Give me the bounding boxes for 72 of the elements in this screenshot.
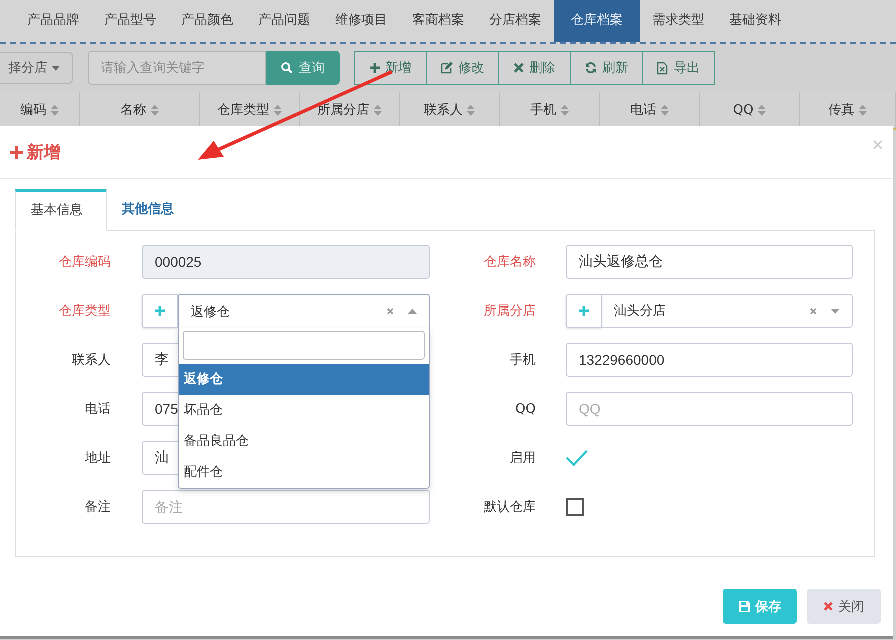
sort-icon [858, 104, 866, 116]
clear-icon[interactable] [387, 308, 394, 315]
field-label: 所属分店 [484, 303, 536, 320]
close-icon[interactable] [873, 140, 883, 150]
clear-icon[interactable] [810, 308, 817, 314]
edit-button[interactable]: 修改 [426, 51, 499, 85]
caret-icon [831, 308, 840, 314]
nav-tab[interactable]: 产品型号 [92, 0, 169, 42]
search-icon [281, 62, 293, 74]
cross-icon [824, 602, 832, 611]
sort-icon [660, 104, 668, 116]
cross-icon [514, 63, 524, 73]
delete-button[interactable]: 删除 [498, 51, 571, 85]
nav-tab[interactable]: 分店档案 [477, 0, 554, 42]
input-field[interactable]: 000025 [142, 245, 430, 279]
sort-icon [150, 104, 158, 116]
select-field[interactable]: 汕头分店 [602, 294, 853, 328]
nav-tab[interactable]: 维修项目 [323, 0, 400, 42]
checkmark-icon[interactable] [566, 450, 588, 466]
field-label: 仓库名称 [484, 254, 536, 271]
sort-icon [374, 104, 382, 116]
nav-tab[interactable]: 仓库档案 [554, 0, 640, 42]
field-label: QQ [516, 402, 536, 416]
nav-tab[interactable]: 需求类型 [640, 0, 717, 42]
dropdown-option[interactable]: 返修仓 [179, 364, 429, 395]
field-label: 仓库编码 [59, 254, 111, 271]
nav-tab[interactable]: 基础资料 [717, 0, 794, 42]
add-button[interactable] [566, 294, 602, 328]
field-label: 启用 [510, 450, 536, 467]
caret-icon [408, 309, 417, 314]
file-icon [657, 62, 668, 74]
field-label: 手机 [510, 352, 536, 369]
branch-select[interactable]: 择分店 [0, 52, 73, 84]
nav-tab[interactable]: 客商档案 [400, 0, 477, 42]
nav-tab[interactable]: 产品品牌 [15, 0, 92, 42]
nav-tab[interactable]: 产品颜色 [169, 0, 246, 42]
field-label: 默认仓库 [484, 499, 536, 516]
plus-icon [370, 63, 380, 73]
tab[interactable]: 其他信息 [107, 189, 192, 230]
dropdown-option[interactable]: 备品良品仓 [179, 426, 429, 457]
dropdown-search-field[interactable] [183, 331, 425, 360]
search-field[interactable]: 请输入查询关键字 [88, 51, 266, 85]
plus-icon [579, 306, 589, 316]
input-field[interactable]: 13229660000 [566, 343, 853, 377]
sort-icon [758, 104, 766, 116]
export-button[interactable]: 导出 [642, 51, 715, 85]
field-label: 联系人 [72, 352, 111, 369]
plus-icon [10, 146, 23, 158]
add-button[interactable] [142, 294, 178, 328]
field-label: 地址 [85, 450, 111, 467]
input-field[interactable]: 汕头返修总仓 [566, 245, 853, 279]
sort-icon [560, 104, 568, 116]
input-field[interactable]: 备注 [142, 490, 430, 524]
refresh-button[interactable]: 刷新 [570, 51, 643, 85]
pencil-icon [440, 62, 452, 74]
caret-icon [52, 66, 60, 70]
sort-icon [50, 104, 58, 116]
dropdown-option[interactable]: 坏品仓 [179, 395, 429, 426]
checkbox[interactable] [566, 498, 584, 516]
nav-tab[interactable]: 产品问题 [246, 0, 323, 42]
field-label: 仓库类型 [59, 303, 111, 320]
input-field[interactable]: QQ [566, 392, 853, 426]
dropdown-option[interactable]: 配件仓 [179, 457, 429, 488]
sort-icon [274, 104, 282, 116]
tab[interactable]: 基本信息 [15, 189, 107, 231]
dialog-title: 新增 [10, 140, 61, 164]
refresh-icon [584, 62, 596, 74]
sort-icon [467, 104, 475, 116]
field-label: 备注 [85, 499, 111, 516]
close-button[interactable]: 关闭 [807, 589, 881, 624]
field-label: 电话 [85, 401, 111, 418]
plus-icon [155, 306, 165, 316]
